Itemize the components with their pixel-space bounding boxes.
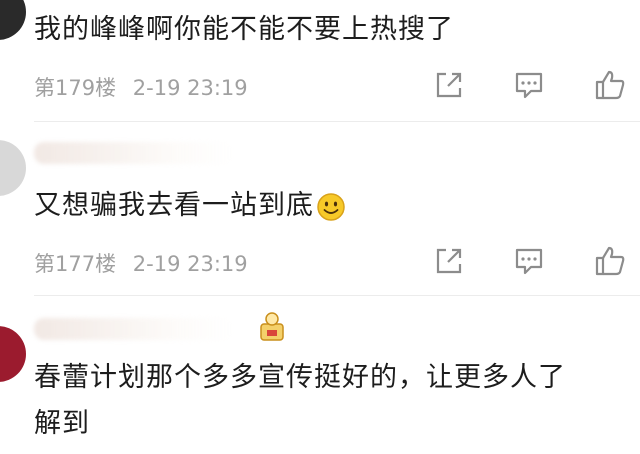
comment-text: 又想骗我去看一站到底 [34,186,346,226]
comment-text-line1: 春蕾计划那个多多宣传挺好的，让更多人了 [34,362,566,393]
username-blurred[interactable] [34,318,234,340]
share-icon[interactable] [434,70,464,100]
like-icon[interactable] [594,245,626,277]
divider [34,121,640,122]
comment-icon[interactable] [514,246,544,276]
divider [34,295,640,296]
floor-number: 第177楼 [34,252,117,276]
username-blurred[interactable] [34,142,234,164]
like-icon[interactable] [594,69,626,101]
timestamp: 2-19 23:19 [132,76,248,100]
badge-icon [260,312,284,341]
avatar[interactable] [0,140,26,196]
floor-number: 第179楼 [34,76,117,100]
smile-emoji-icon [317,192,345,221]
comment-meta: 第177楼 2-19 23:19 [34,248,248,278]
avatar[interactable] [0,0,26,40]
comment-icon[interactable] [514,70,544,100]
comment-text-content: 又想骗我去看一站到底 [34,190,314,221]
avatar[interactable] [0,326,26,382]
comment-text-line2: 解到 [34,408,90,439]
share-icon[interactable] [434,246,464,276]
comment-text: 我的峰峰啊你能不能不要上热搜了 [34,14,454,45]
comment-meta: 第179楼 2-19 23:19 [34,72,248,102]
timestamp: 2-19 23:19 [132,252,248,276]
